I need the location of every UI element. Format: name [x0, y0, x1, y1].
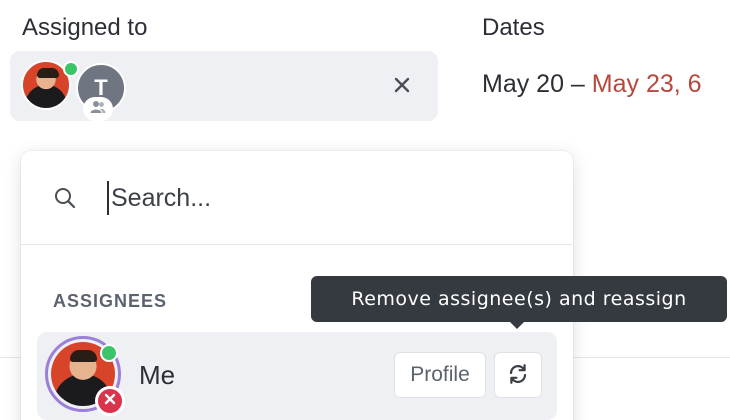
end-date: May 23, 6: [591, 70, 702, 98]
team-badge: [83, 97, 113, 121]
refresh-icon: [506, 362, 530, 389]
start-date: May 20: [482, 70, 564, 98]
assignee-row-me[interactable]: Me Profile: [37, 332, 557, 420]
profile-button[interactable]: Profile: [394, 352, 486, 398]
task-assignment-panel: Assigned to Dates T May 20 – May 23, 6 S…: [0, 0, 730, 420]
search-row: [21, 151, 573, 245]
assignee-field[interactable]: T: [10, 51, 438, 121]
search-input[interactable]: [107, 181, 531, 215]
date-separator: –: [563, 70, 592, 98]
clear-assignees-button[interactable]: [388, 73, 416, 101]
close-icon: [393, 76, 411, 99]
remove-assignee-button[interactable]: [95, 386, 125, 416]
dates-label: Dates: [482, 14, 545, 41]
online-status-dot: [63, 61, 79, 77]
remove-icon: [104, 392, 116, 410]
reassign-tooltip: Remove assignee(s) and reassign: [311, 276, 727, 322]
assignee-name: Me: [139, 360, 176, 390]
dates-range[interactable]: May 20 – May 23, 6: [482, 70, 702, 99]
tooltip-arrow: [509, 321, 525, 329]
online-status-dot: [100, 344, 118, 362]
people-icon: [90, 100, 106, 119]
avatar-hair: [70, 350, 97, 362]
reassign-button[interactable]: [494, 352, 542, 398]
search-icon: [53, 186, 77, 215]
avatar-hair: [37, 68, 59, 78]
assigned-to-label: Assigned to: [22, 14, 148, 41]
assignees-section-title: ASSIGNEES: [53, 291, 168, 311]
